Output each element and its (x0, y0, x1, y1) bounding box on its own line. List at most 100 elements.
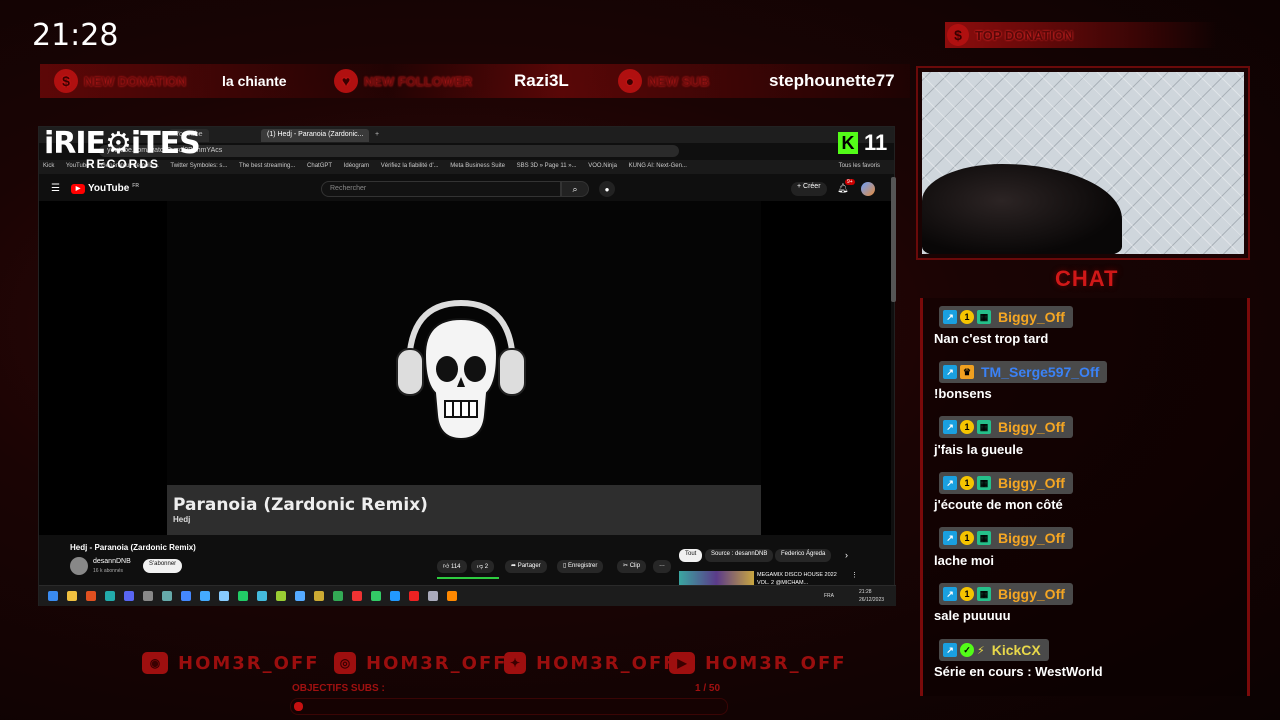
kick-viewer-count: K 11 (838, 130, 887, 156)
taskbar-date[interactable]: 26/12/2023 (859, 597, 884, 603)
chat-username[interactable]: KickCX (992, 642, 1041, 658)
taskbar-time[interactable]: 21:28 (859, 589, 872, 595)
dollar-icon: $ (54, 69, 78, 93)
clip-button[interactable]: ✂ Clip (617, 560, 647, 573)
app-icon[interactable] (390, 591, 400, 601)
chat-message: sale puuuuu (934, 608, 1011, 623)
windows-start-icon[interactable] (48, 591, 58, 601)
chevron-right-icon[interactable]: › (845, 550, 848, 560)
app-icon[interactable] (200, 591, 210, 601)
filter-chip-all[interactable]: Tout (679, 549, 703, 562)
bookmark-item[interactable]: Vérifiez la fiabilité d'... (381, 163, 439, 169)
save-label: Enregistrer (567, 563, 598, 569)
social-instagram: ◎ HOM3R_OFF (334, 652, 508, 674)
video-player[interactable]: Paranoia (Zardonic Remix) Hedj (39, 201, 891, 535)
youtube-logo-text: YouTube (88, 183, 130, 194)
bookmark-item[interactable]: The best streaming... (239, 163, 295, 169)
brave-icon[interactable] (86, 591, 96, 601)
chat-username[interactable]: Biggy_Off (998, 309, 1065, 325)
video-title: Hedj - Paranoia (Zardonic Remix) (70, 543, 196, 552)
chat-username[interactable]: Biggy_Off (998, 475, 1065, 491)
app-icon[interactable] (295, 591, 305, 601)
app-icon[interactable] (105, 591, 115, 601)
moderator-badge-icon: ↗ (943, 310, 957, 324)
new-sub-label: NEW SUB (648, 73, 710, 89)
bookmark-item[interactable]: Meta Business Suite (450, 163, 505, 169)
youtube-logo[interactable]: ▶ YouTube FR (71, 183, 139, 194)
channel-avatar[interactable] (70, 557, 88, 575)
youtube-music-icon[interactable] (409, 591, 419, 601)
language-indicator[interactable]: FRA (824, 593, 834, 599)
sub-goal-progress-fill (294, 702, 303, 711)
new-donation-value: la chiante (222, 73, 287, 89)
app-icon[interactable] (162, 591, 172, 601)
chat-username[interactable]: Biggy_Off (998, 419, 1065, 435)
filter-chip-artist[interactable]: Federico Ágreda (775, 549, 832, 562)
more-vert-icon[interactable]: ⋮ (851, 571, 858, 579)
vlc-icon[interactable] (447, 591, 457, 601)
heart-icon: ♥ (334, 69, 358, 93)
channel-subscribers: 16 k abonnés (93, 568, 124, 574)
dollar-icon: $ (947, 24, 969, 46)
subscriber-badge-icon: ▦ (977, 531, 991, 545)
app-icon[interactable] (219, 591, 229, 601)
bookmark-item[interactable]: SBS 3D » Page 11 »... (517, 163, 577, 169)
chat-username[interactable]: Biggy_Off (998, 586, 1065, 602)
new-follower-label: NEW FOLLOWER (364, 73, 473, 89)
chat-username[interactable]: Biggy_Off (998, 530, 1065, 546)
folder-icon[interactable] (67, 591, 77, 601)
app-icon[interactable] (238, 591, 248, 601)
save-button[interactable]: ▯ Enregistrer (557, 560, 604, 573)
chat-username[interactable]: TM_Serge597_Off (981, 364, 1099, 380)
new-donation-alert: $ NEW DONATION (54, 69, 186, 93)
recommended-thumbnail[interactable] (679, 571, 754, 585)
bookmark-item[interactable]: KUNG AI: Next-Gen... (629, 163, 687, 169)
youtube-search-input[interactable]: Rechercher (321, 181, 561, 197)
settings-icon[interactable] (428, 591, 438, 601)
bookmark-item[interactable]: VOO.Ninja (588, 163, 617, 169)
app-icon[interactable] (257, 591, 267, 601)
discord-handle: HOM3R_OFF (178, 652, 320, 674)
search-icon[interactable]: ⌕ (561, 181, 589, 197)
avatar[interactable] (861, 182, 875, 196)
discord-icon: ◉ (142, 652, 168, 674)
app-icon[interactable] (333, 591, 343, 601)
tab-paranoia[interactable]: (1) Hedj - Paranoia (Zardonic... (261, 129, 370, 142)
page-scrollbar[interactable] (891, 177, 896, 302)
verified-badge-icon: ✓ (960, 643, 974, 657)
chat-message: j'écoute de mon côté (934, 497, 1063, 512)
filter-chip-source[interactable]: Source : desannDNB (705, 549, 774, 562)
bookmark-item[interactable]: Idéogram (344, 163, 369, 169)
scissors-icon: ✂ (623, 563, 629, 569)
app-icon[interactable] (352, 591, 362, 601)
bookmark-item[interactable]: Tous les favoris (839, 163, 880, 169)
youtube-handle: HOM3R_OFF (705, 652, 847, 674)
new-sub-alert: ● NEW SUB (618, 69, 709, 93)
new-tab-button[interactable]: + (369, 129, 385, 142)
obs-icon[interactable] (143, 591, 153, 601)
share-label: Partager (517, 563, 541, 569)
bookmark-item[interactable]: ChatGPT (307, 163, 332, 169)
moderator-badge-icon: ↗ (943, 476, 957, 490)
channel-name[interactable]: desannDNB (93, 558, 131, 565)
recommended-title[interactable]: MEGAMIX DISCO HOUSE 2022 (757, 572, 837, 578)
app-icon[interactable] (276, 591, 286, 601)
create-button[interactable]: + Créer (791, 182, 827, 196)
chat-title: CHAT (1055, 266, 1119, 291)
app-icon[interactable] (371, 591, 381, 601)
discord-icon[interactable] (124, 591, 134, 601)
subscriber-badge-icon: ▦ (977, 587, 991, 601)
like-button[interactable]: 👍︎ 114 (437, 560, 467, 573)
subscribe-button[interactable]: S'abonner (143, 559, 183, 573)
top-donation-label: TOP DONATION (975, 27, 1074, 43)
chat-message: lache moi (934, 553, 994, 568)
microphone-icon[interactable]: ● (599, 181, 615, 197)
app-icon[interactable] (314, 591, 324, 601)
menu-icon[interactable]: ☰ (51, 183, 60, 194)
stream-clock: 21:28 (32, 18, 119, 53)
more-actions-button[interactable]: … (653, 560, 671, 573)
bookmark-icon: ▯ (563, 563, 567, 569)
app-icon[interactable] (181, 591, 191, 601)
dislike-button[interactable]: 👎︎ 2 (471, 560, 495, 573)
share-button[interactable]: ➦ Partager (505, 560, 547, 573)
